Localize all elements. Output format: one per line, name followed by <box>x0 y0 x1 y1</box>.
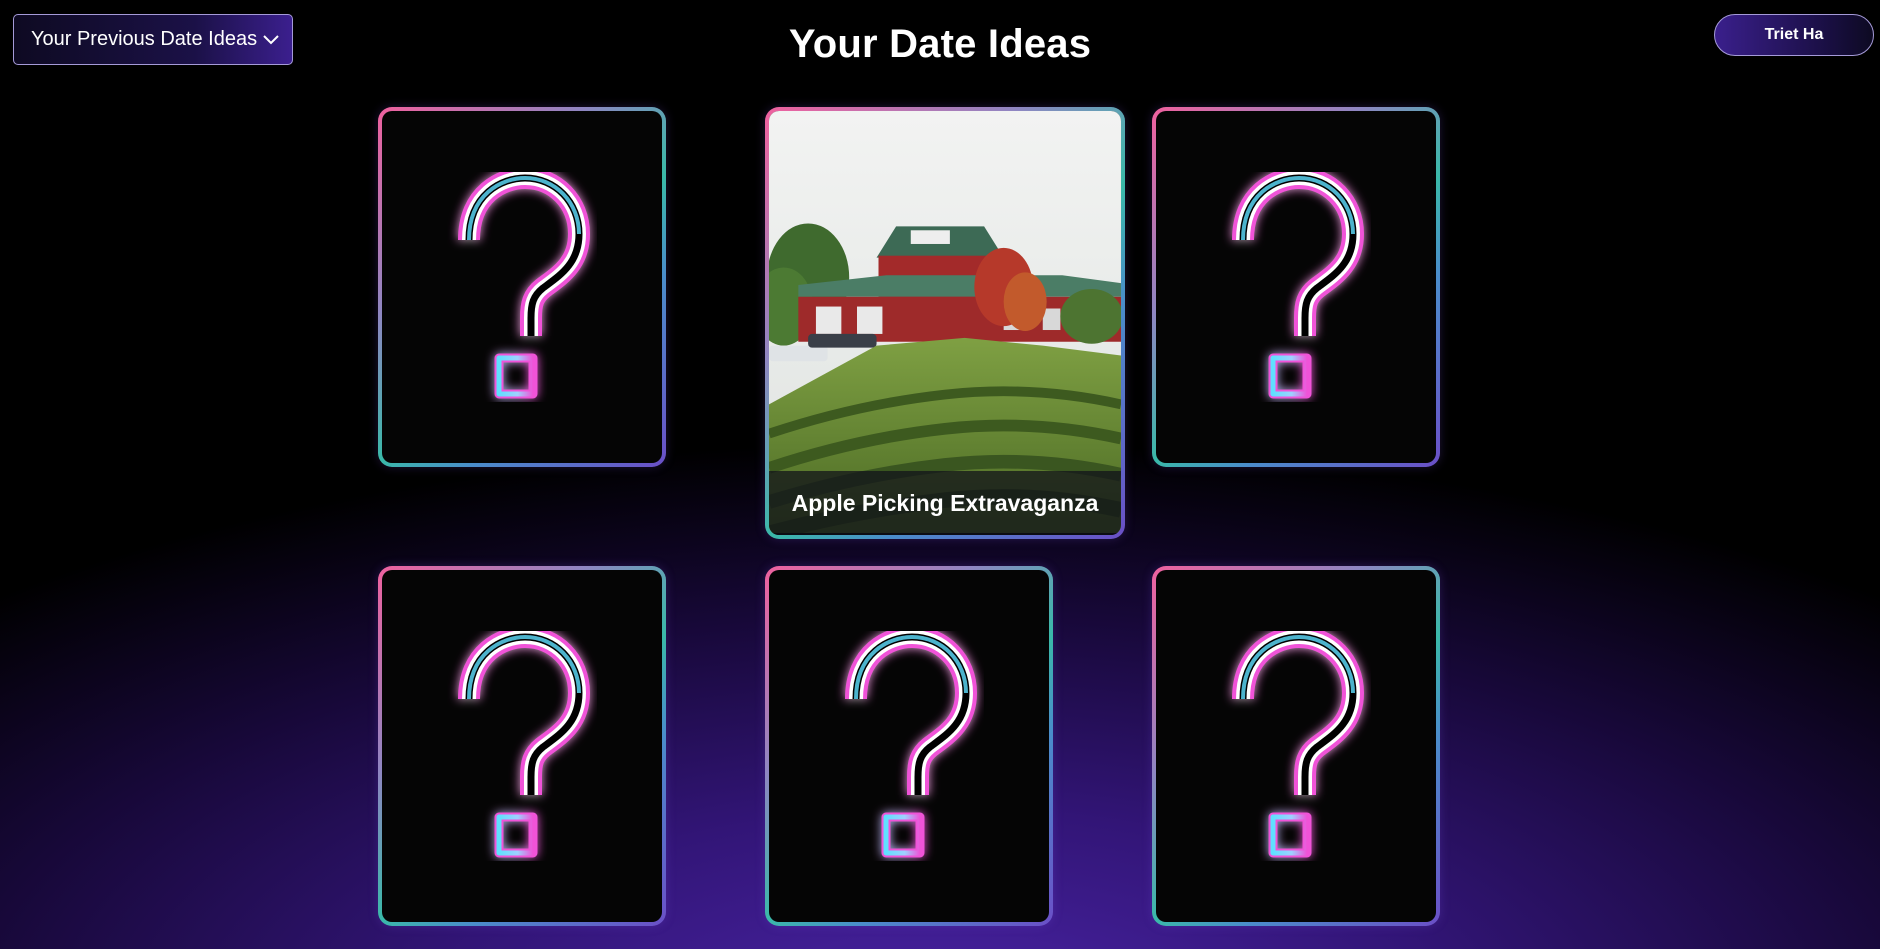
date-idea-card-2[interactable]: Apple Picking Extravaganza <box>765 107 1125 539</box>
question-mark-icon <box>1221 631 1371 861</box>
question-mark-icon <box>1221 172 1371 402</box>
question-mark-icon <box>834 631 984 861</box>
date-idea-card-6[interactable] <box>1152 566 1440 926</box>
question-mark-icon <box>447 172 597 402</box>
page-title: Your Date Ideas <box>788 22 1092 66</box>
user-account-button[interactable]: Triet Ha <box>1714 14 1874 56</box>
date-idea-card-3[interactable] <box>1152 107 1440 467</box>
date-idea-card-4[interactable] <box>378 566 666 926</box>
date-idea-card-5[interactable] <box>765 566 1053 926</box>
date-idea-card-1[interactable] <box>378 107 666 467</box>
question-mark-icon <box>447 631 597 861</box>
card-caption: Apple Picking Extravaganza <box>769 471 1121 535</box>
user-name: Triet Ha <box>1764 26 1824 43</box>
